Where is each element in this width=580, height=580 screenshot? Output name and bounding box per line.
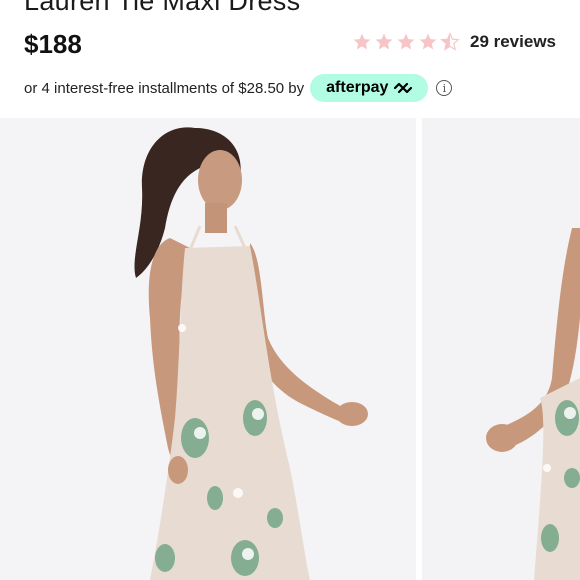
star-icon	[353, 33, 371, 50]
star-icon	[419, 33, 437, 50]
gallery-image-next[interactable]	[422, 118, 580, 580]
rating-summary[interactable]: 29 reviews	[352, 32, 556, 52]
half-star-icon	[440, 32, 460, 51]
product-page: Lauren Tie Maxi Dress $188 29 reviews or…	[0, 0, 580, 580]
model-dress-illustration	[134, 127, 368, 580]
star-icon	[375, 33, 393, 50]
star-icon	[397, 33, 415, 50]
reviews-link[interactable]: 29 reviews	[470, 32, 556, 52]
info-icon[interactable]: i	[436, 80, 453, 96]
product-price: $188	[24, 29, 82, 59]
product-image-gallery[interactable]	[0, 118, 580, 580]
model-dress-illustration-partial	[486, 228, 580, 580]
installments-info: or 4 interest-free installments of $28.5…	[24, 74, 453, 102]
gallery-image-main[interactable]	[0, 118, 416, 580]
star-rating	[352, 32, 460, 52]
afterpay-badge[interactable]: afterpay	[310, 74, 429, 102]
installment-text: or 4 interest-free installments of $28.5…	[24, 79, 305, 97]
afterpay-logo-icon	[394, 82, 413, 94]
afterpay-label: afterpay	[326, 79, 389, 96]
product-title: Lauren Tie Maxi Dress	[24, 0, 301, 16]
